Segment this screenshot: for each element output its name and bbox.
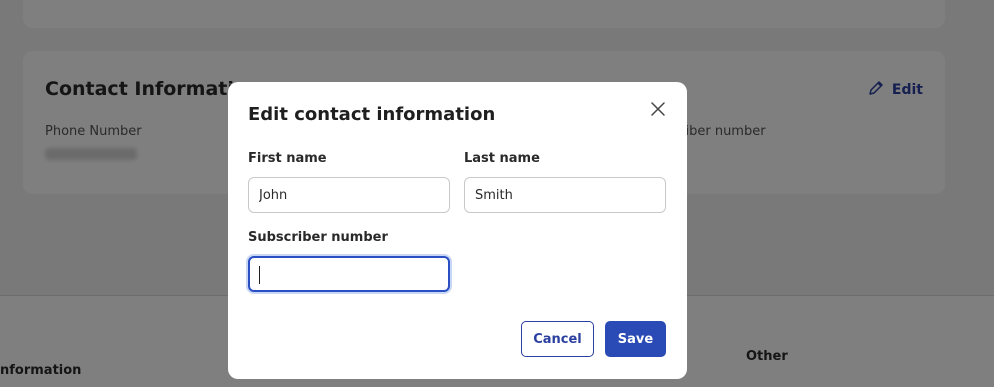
subscriber-number-input[interactable] [248, 256, 450, 292]
text-caret [259, 266, 260, 284]
last-name-label: Last name [464, 151, 540, 166]
last-name-input[interactable] [464, 177, 666, 213]
cancel-button[interactable]: Cancel [521, 321, 594, 357]
close-icon [650, 101, 666, 121]
first-name-label: First name [248, 151, 327, 166]
save-button[interactable]: Save [605, 321, 666, 357]
first-name-input[interactable] [248, 177, 450, 213]
close-button[interactable] [647, 100, 669, 122]
edit-contact-dialog: Edit contact information First name Last… [228, 82, 687, 379]
subscriber-number-label: Subscriber number [248, 230, 388, 245]
dialog-title: Edit contact information [248, 104, 496, 125]
